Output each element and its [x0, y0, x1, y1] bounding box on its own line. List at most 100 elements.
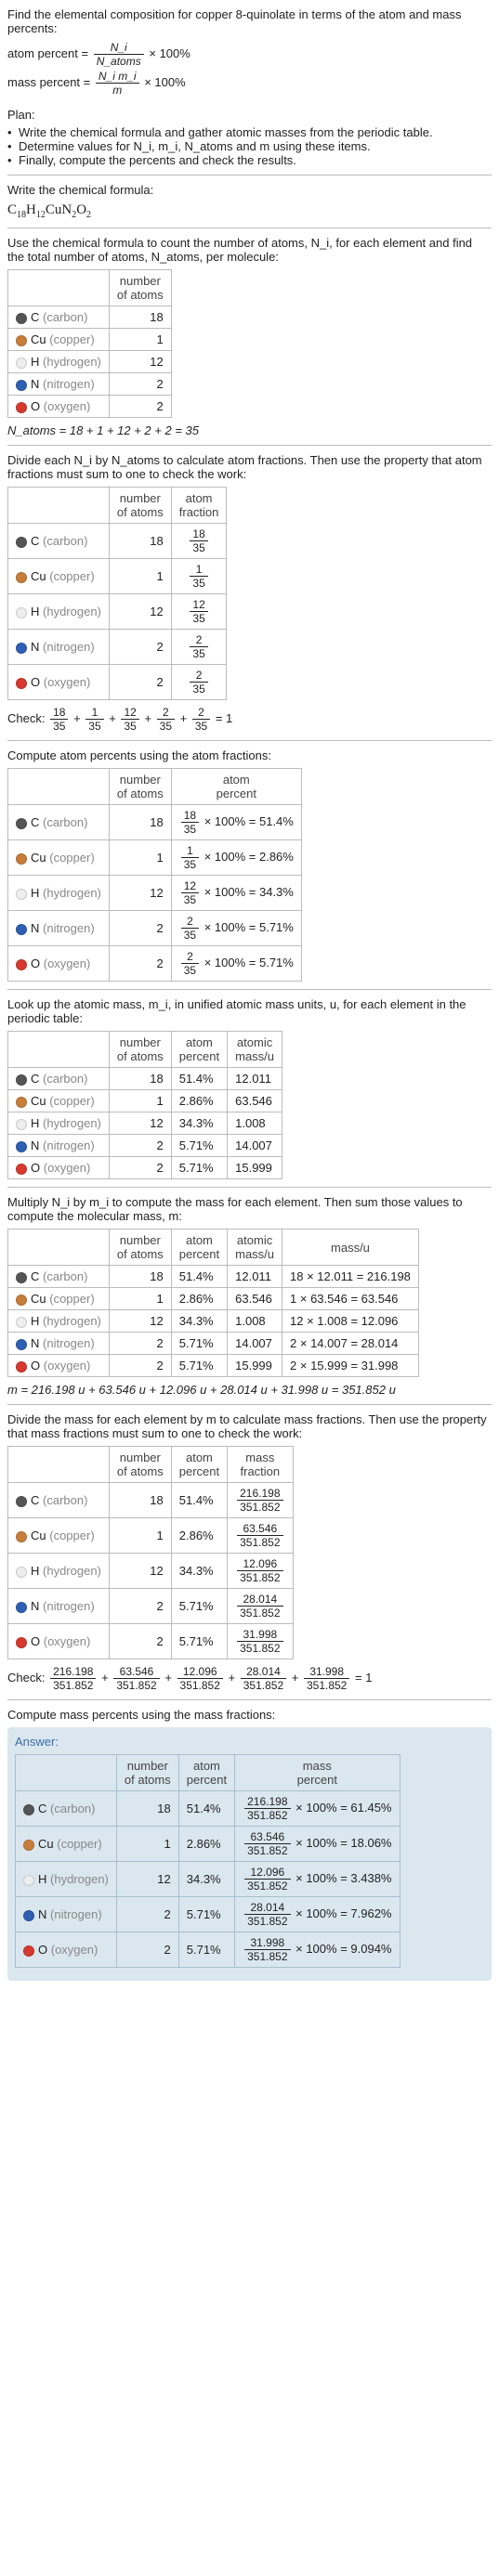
element-swatch [16, 313, 27, 324]
column-header: numberof atoms [109, 488, 171, 524]
divider [7, 1187, 492, 1188]
atomic-mass: 1.008 [228, 1310, 282, 1333]
mass-calc: 12 × 1.008 = 12.096 [282, 1310, 419, 1333]
answer-table: numberof atomsatompercentmasspercentC (c… [15, 1754, 401, 1968]
table-row: C (carbon)18 [8, 306, 172, 329]
column-header: atompercent [171, 1032, 227, 1068]
fraction: 1835 [190, 527, 207, 554]
n-atoms: 12 [109, 351, 171, 373]
element-symbol: Cu [31, 569, 46, 583]
atomic-mass: 63.546 [228, 1090, 282, 1112]
element-cell: O (oxygen) [8, 946, 110, 982]
m-eq: m = 216.198 u + 63.546 u + 12.096 u + 28… [7, 1383, 396, 1397]
table-row: Cu (copper)12.86%63.5461 × 63.546 = 63.5… [8, 1288, 419, 1310]
element-swatch [23, 1840, 34, 1851]
column-header: atompercent [171, 1229, 227, 1266]
atom-percent: 5.71% [171, 1589, 227, 1624]
element-name: (hydrogen) [43, 1314, 101, 1328]
fraction: 216.198351.852 [244, 1795, 290, 1822]
element-name: (copper) [49, 569, 94, 583]
element-cell: Cu (copper) [8, 329, 110, 351]
atom-percent: 135 × 100% = 2.86% [171, 840, 301, 876]
element-swatch [16, 1272, 27, 1283]
column-header: numberof atoms [116, 1755, 178, 1791]
element-name: (hydrogen) [43, 355, 101, 369]
atom-fraction: 235 [171, 630, 227, 665]
divide-mass-text: Divide the mass for each element by m to… [7, 1412, 492, 1440]
element-swatch [16, 1164, 27, 1175]
element-cell: Cu (copper) [16, 1827, 117, 1862]
element-cell: O (oxygen) [8, 1624, 110, 1659]
fraction: 31.998351.852 [237, 1628, 282, 1655]
plan-item: •Determine values for N_i, m_i, N_atoms … [7, 139, 492, 153]
check-mass-fractions: Check: 216.198351.852 + 63.546351.852 + … [7, 1665, 492, 1692]
element-symbol: Cu [38, 1837, 54, 1851]
fraction: 235 [181, 915, 199, 942]
element-symbol: N [31, 1138, 39, 1152]
atomic-mass: 12.011 [228, 1266, 282, 1288]
n-atoms: 18 [109, 1068, 171, 1090]
atomic-mass-table: numberof atomsatompercentatomicmass/uC (… [7, 1031, 282, 1179]
table-row: C (carbon)181835 [8, 524, 227, 559]
atom-fraction: 1835 [171, 524, 227, 559]
element-cell: H (hydrogen) [8, 594, 110, 630]
table-row: H (hydrogen)12 [8, 351, 172, 373]
fraction: 235 [157, 706, 175, 733]
element-swatch [16, 358, 27, 369]
element-cell: C (carbon) [16, 1791, 117, 1827]
table-row: N (nitrogen)25.71%14.0072 × 14.007 = 28.… [8, 1333, 419, 1355]
element-swatch [23, 1804, 34, 1815]
n-atoms: 18 [109, 524, 171, 559]
element-name: (oxygen) [44, 1359, 91, 1373]
element-symbol: C [31, 815, 39, 829]
element-cell: N (nitrogen) [8, 630, 110, 665]
element-swatch [16, 402, 27, 413]
divider [7, 989, 492, 990]
column-header: numberof atoms [109, 270, 171, 306]
m-line: m = 216.198 u + 63.546 u + 12.096 u + 28… [7, 1383, 492, 1397]
element-swatch [16, 572, 27, 583]
element-swatch [16, 335, 27, 346]
fraction: 28.014351.852 [241, 1665, 286, 1692]
mass-percent: 12.096351.852 × 100% = 3.438% [235, 1862, 400, 1897]
element-cell: N (nitrogen) [8, 911, 110, 946]
mass-fraction: 63.546351.852 [228, 1518, 293, 1554]
table-row: Cu (copper)12.86%63.546351.852 × 100% = … [16, 1827, 401, 1862]
element-swatch [16, 924, 27, 935]
divider [7, 1404, 492, 1405]
n-atoms: 2 [109, 946, 171, 982]
fraction: 235 [190, 633, 207, 660]
mass-percent: 31.998351.852 × 100% = 9.094% [235, 1932, 400, 1968]
fraction: 216.198351.852 [237, 1487, 282, 1514]
n-atoms: 12 [109, 1112, 171, 1135]
element-name: (hydrogen) [43, 886, 101, 900]
element-swatch [16, 643, 27, 654]
table-row: O (oxygen)2 [8, 396, 172, 418]
element-name: (hydrogen) [43, 605, 101, 618]
element-cell: N (nitrogen) [8, 373, 110, 396]
element-cell: O (oxygen) [16, 1932, 117, 1968]
atom-fraction: 135 [171, 559, 227, 594]
check-label: Check: [7, 711, 45, 725]
plan-item: •Write the chemical formula and gather a… [7, 125, 492, 139]
fraction: 135 [85, 706, 103, 733]
check-fractions: Check: 1835 + 135 + 1235 + 235 + 235 = 1 [7, 706, 492, 733]
mass-calc: 1 × 63.546 = 63.546 [282, 1288, 419, 1310]
element-symbol: C [31, 1072, 39, 1086]
table-row: N (nitrogen)2 [8, 373, 172, 396]
plan-item: •Finally, compute the percents and check… [7, 153, 492, 167]
element-swatch [16, 380, 27, 391]
element-name: (carbon) [50, 1802, 95, 1815]
element-cell: C (carbon) [8, 1068, 110, 1090]
n-atoms: 2 [109, 1355, 171, 1377]
atom-fraction: 1235 [171, 594, 227, 630]
atom-percent: 5.71% [171, 1157, 227, 1179]
element-symbol: H [31, 1314, 39, 1328]
mass-fraction: 216.198351.852 [228, 1483, 293, 1518]
element-symbol: H [31, 1564, 39, 1578]
atom-percent: 51.4% [171, 1266, 227, 1288]
plan-label: Plan: [7, 108, 492, 122]
fraction: 12.096351.852 [244, 1866, 290, 1893]
divider [7, 1699, 492, 1700]
table-row: H (hydrogen)121235 [8, 594, 227, 630]
